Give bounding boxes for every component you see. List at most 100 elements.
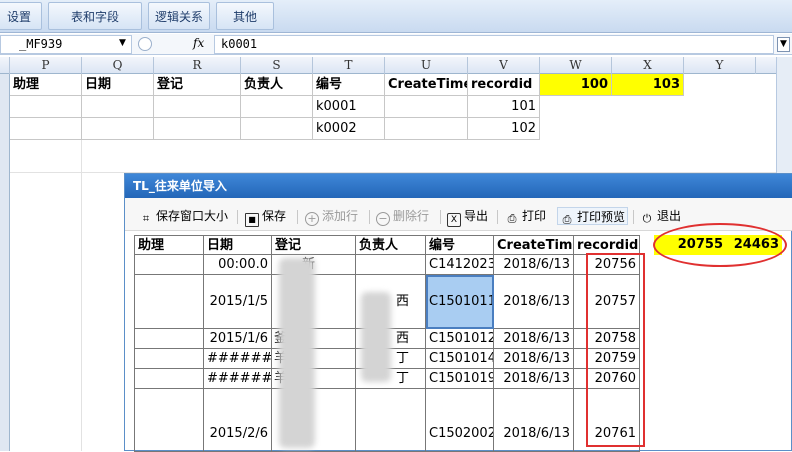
fx-icon[interactable]: fx: [193, 36, 204, 50]
expand-formula-icon[interactable]: ▼: [777, 37, 790, 52]
col-header-y[interactable]: Y: [684, 57, 756, 74]
grid-cell-number[interactable]: C1412023: [426, 255, 494, 275]
add-row-button[interactable]: + 添加行: [305, 207, 359, 226]
grid-cell-createtime[interactable]: 2018/6/13: [494, 349, 574, 369]
cell[interactable]: [154, 96, 241, 118]
empty-sheet-area: [10, 140, 776, 173]
grid-cell-number[interactable]: C1501014: [426, 349, 494, 369]
delete-row-button[interactable]: − 删除行: [376, 207, 429, 226]
grid-cell-date[interactable]: #######: [204, 369, 272, 389]
owner-partial-text: 西: [396, 294, 410, 309]
exit-button[interactable]: ⏻ 退出: [640, 207, 681, 225]
ribbon: 设置 表和字段 逻辑关系 其他: [0, 0, 792, 33]
cell-x-header[interactable]: 103: [612, 74, 684, 96]
select-all-corner[interactable]: [0, 57, 10, 74]
cell[interactable]: [385, 96, 468, 118]
print-button[interactable]: ⎙ 打印: [505, 207, 546, 225]
cell[interactable]: [241, 96, 313, 118]
grid-cell-createtime[interactable]: 2018/6/13: [494, 389, 574, 452]
tab-other[interactable]: 其他: [216, 2, 274, 30]
cell[interactable]: [385, 118, 468, 140]
col-header-v[interactable]: V: [468, 57, 540, 74]
cell-t-row3[interactable]: k0002: [313, 118, 385, 140]
col-header-w[interactable]: W: [540, 57, 612, 74]
delete-row-icon: −: [376, 212, 390, 226]
grid-cell[interactable]: [134, 389, 204, 452]
power-icon: ⏻: [642, 212, 652, 225]
save-window-size-label: 保存窗口大小: [156, 209, 229, 223]
privacy-blur-patch: [279, 258, 315, 448]
grid-header-date[interactable]: 日期: [204, 235, 272, 255]
print-preview-button[interactable]: ⎙ 打印预览: [557, 207, 629, 226]
grid-cell-createtime[interactable]: 2018/6/13: [494, 329, 574, 349]
grid-cell-createtime[interactable]: 2018/6/13: [494, 275, 574, 329]
cell-v-header[interactable]: recordid: [468, 74, 540, 96]
cell-q-header[interactable]: 日期: [82, 74, 154, 96]
cell[interactable]: [82, 96, 154, 118]
dialog-title[interactable]: TL_往来单位导入: [125, 174, 792, 198]
grid-cell[interactable]: [134, 349, 204, 369]
grid-header-register[interactable]: 登记: [272, 235, 356, 255]
grid-cell-number[interactable]: C1501012: [426, 329, 494, 349]
grid-cell[interactable]: [134, 369, 204, 389]
grid-cell[interactable]: [134, 255, 204, 275]
col-header-t[interactable]: T: [313, 57, 385, 74]
cell-v-row3[interactable]: 102: [468, 118, 540, 140]
tab-logic-relations[interactable]: 逻辑关系: [148, 2, 210, 30]
cell-u-header[interactable]: CreateTime: [385, 74, 468, 96]
cell-t-header[interactable]: 编号: [313, 74, 385, 96]
cell[interactable]: [10, 118, 82, 140]
cell[interactable]: [241, 118, 313, 140]
grid-header-owner[interactable]: 负责人: [356, 235, 426, 255]
tab-tables-fields[interactable]: 表和字段: [48, 2, 142, 30]
grid-cell-owner[interactable]: [356, 255, 426, 275]
grid-cell-owner[interactable]: [356, 389, 426, 452]
col-header-p[interactable]: P: [10, 57, 82, 74]
col-header-q[interactable]: Q: [82, 57, 154, 74]
grid-cell-date[interactable]: 2015/1/6: [204, 329, 272, 349]
grid-cell-date[interactable]: 00:00.0: [204, 255, 272, 275]
col-header-x[interactable]: X: [612, 57, 684, 74]
cell-s-header[interactable]: 负责人: [241, 74, 313, 96]
grid-cell-number-selected[interactable]: C1501011: [426, 275, 494, 329]
cell-v-row2[interactable]: 101: [468, 96, 540, 118]
grid-cell-date[interactable]: #######: [204, 349, 272, 369]
print-preview-label: 打印预览: [577, 210, 626, 224]
grid-header-assistant[interactable]: 助理: [134, 235, 204, 255]
grid-cell-number[interactable]: C1502002: [426, 389, 494, 452]
col-header-s[interactable]: S: [241, 57, 313, 74]
formula-input[interactable]: k0001: [214, 35, 774, 54]
name-box[interactable]: _MF939: [0, 35, 132, 54]
grid-cell-createtime[interactable]: 2018/6/13: [494, 369, 574, 389]
grid-header-createtime[interactable]: CreateTime: [494, 235, 574, 255]
grid-cell-date[interactable]: 2015/2/6: [204, 389, 272, 452]
grid-cell[interactable]: [134, 329, 204, 349]
add-row-label: 添加行: [322, 209, 359, 223]
export-button[interactable]: X 导出: [447, 207, 488, 227]
cell-p-header[interactable]: 助理: [10, 74, 82, 96]
grid-cell-createtime[interactable]: 2018/6/13: [494, 255, 574, 275]
grid-header-number[interactable]: 编号: [426, 235, 494, 255]
save-button[interactable]: ■ 保存: [245, 207, 286, 227]
save-window-size-button[interactable]: ⌗ 保存窗口大小: [139, 207, 228, 225]
col-header-u[interactable]: U: [385, 57, 468, 74]
grid-cell-date[interactable]: 2015/1/5: [204, 275, 272, 329]
toolbar-separator: [237, 210, 238, 224]
owner-partial-text: 西: [396, 331, 410, 346]
cell[interactable]: [154, 118, 241, 140]
grid-cell[interactable]: [134, 275, 204, 329]
cell-r-header[interactable]: 登记: [154, 74, 241, 96]
column-header-bar: P Q R S T U V W X Y: [0, 57, 792, 74]
cell-w-header[interactable]: 100: [540, 74, 612, 96]
cell[interactable]: [10, 96, 82, 118]
add-row-icon: +: [305, 212, 319, 226]
grid-header-recordid[interactable]: recordid: [574, 235, 640, 255]
import-dialog: TL_往来单位导入 ⌗ 保存窗口大小 ■ 保存 + 添加行 − 删除行 X 导出 ⎙ 打印 …: [124, 173, 792, 452]
grid-cell-number[interactable]: C1501019: [426, 369, 494, 389]
cell-t-row2[interactable]: k0001: [313, 96, 385, 118]
formula-cancel-icon[interactable]: [138, 37, 152, 51]
col-header-r[interactable]: R: [154, 57, 241, 74]
tab-settings[interactable]: 设置: [0, 2, 42, 30]
chevron-down-icon[interactable]: ▼: [119, 38, 126, 48]
cell[interactable]: [82, 118, 154, 140]
